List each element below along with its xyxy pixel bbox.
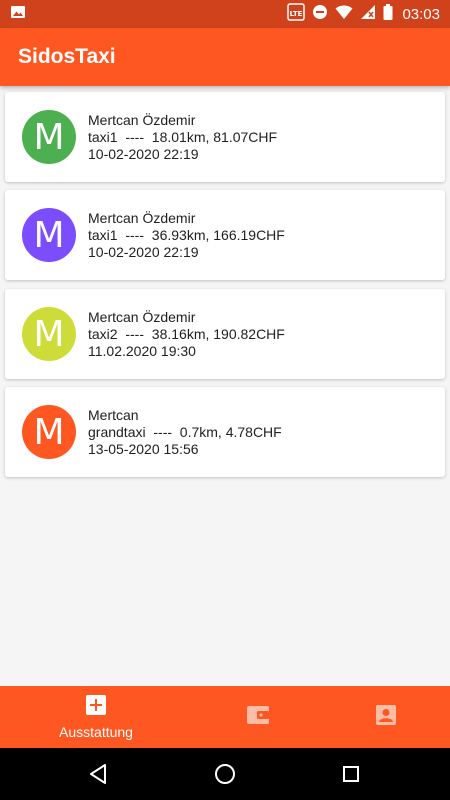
ride-details: taxi1 ---- 18.01km, 81.07CHF <box>88 129 278 145</box>
network-label: LTE <box>290 10 303 18</box>
ride-card[interactable]: M Mertcan Özdemir taxi1 ---- 18.01km, 81… <box>5 92 445 182</box>
ride-datetime: 10-02-2020 22:19 <box>88 146 199 162</box>
avatar: M <box>22 405 76 459</box>
do-not-disturb-icon <box>312 4 328 24</box>
ride-datetime: 11.02.2020 19:30 <box>88 343 196 359</box>
nav-item-account[interactable] <box>354 686 418 748</box>
ride-name: Mertcan Özdemir <box>88 112 196 128</box>
image-icon <box>10 4 26 25</box>
app-title: SidosTaxi <box>18 45 116 68</box>
battery-icon <box>383 4 393 24</box>
ride-details: taxi2 ---- 38.16km, 190.82CHF <box>88 326 285 342</box>
avatar: M <box>22 208 76 262</box>
app-bar: SidosTaxi <box>0 28 450 86</box>
account-box-icon <box>376 704 396 730</box>
recents-icon[interactable] <box>339 762 363 786</box>
avatar: M <box>22 110 76 164</box>
ride-list: M Mertcan Özdemir taxi1 ---- 18.01km, 81… <box>0 86 450 686</box>
avatar: M <box>22 307 76 361</box>
wallet-icon <box>247 705 269 730</box>
bottom-navigation: Ausstattung <box>0 686 450 748</box>
ride-name: Mertcan Özdemir <box>88 210 196 226</box>
ride-card[interactable]: M Mertcan Özdemir taxi2 ---- 38.16km, 19… <box>5 289 445 379</box>
ride-datetime: 13-05-2020 15:56 <box>88 441 199 457</box>
ride-card[interactable]: M Mertcan Özdemir taxi1 ---- 36.93km, 16… <box>5 190 445 280</box>
nav-item-wallet[interactable] <box>226 686 290 748</box>
nav-label: Ausstattung <box>59 723 133 740</box>
status-time: 03:03 <box>402 5 440 23</box>
ride-datetime: 10-02-2020 22:19 <box>88 244 199 260</box>
add-box-icon <box>86 694 106 720</box>
status-bar: LTE 03:03 <box>0 0 450 28</box>
home-icon[interactable] <box>213 762 237 786</box>
back-icon[interactable] <box>86 762 110 786</box>
ride-name: Mertcan Özdemir <box>88 309 196 325</box>
ride-details: taxi1 ---- 36.93km, 166.19CHF <box>88 227 285 243</box>
volte-icon: LTE <box>287 3 306 25</box>
signal-icon <box>360 4 376 24</box>
ride-details: grandtaxi ---- 0.7km, 4.78CHF <box>88 424 282 440</box>
wifi-icon <box>335 4 353 24</box>
ride-name: Mertcan <box>88 407 139 423</box>
nav-item-ausstattung[interactable]: Ausstattung <box>40 686 152 748</box>
ride-card[interactable]: M Mertcan grandtaxi ---- 0.7km, 4.78CHF … <box>5 387 445 477</box>
system-navigation-bar <box>0 748 450 800</box>
